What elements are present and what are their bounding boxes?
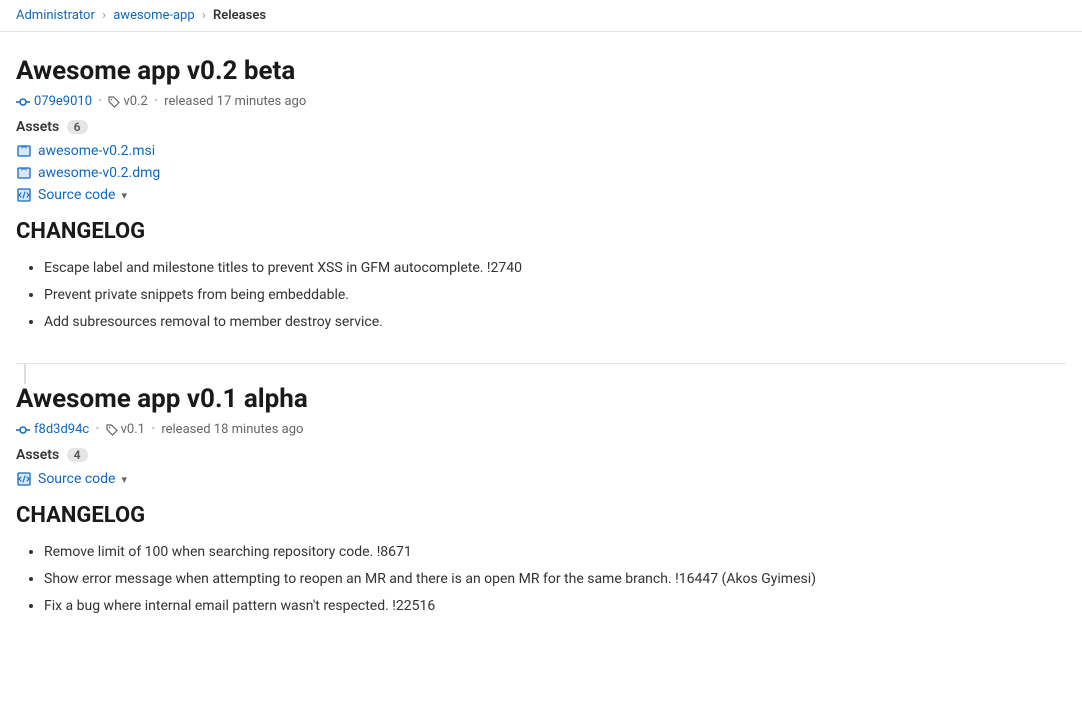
changelog-item-2-3: Fix a bug where internal email pattern w… <box>44 596 1066 617</box>
breadcrumb-repo-link[interactable]: awesome-app <box>113 8 194 23</box>
tag-badge-2: v0.1 <box>106 422 145 437</box>
source-code-chevron-2: ▾ <box>122 473 128 486</box>
tag-text-1: v0.2 <box>123 94 147 109</box>
source-code-icon-2 <box>16 471 32 487</box>
commit-hash-text-1: 079e9010 <box>34 94 92 109</box>
release-meta-2: f8d3d94c • v0.1 • released 18 minutes ag… <box>16 422 1066 437</box>
changelog-list-1: Escape label and milestone titles to pre… <box>16 258 1066 333</box>
release-meta-1: 079e9010 • v0.2 • released 17 minutes ag… <box>16 94 1066 109</box>
released-time-1: released 17 minutes ago <box>164 94 306 109</box>
changelog-list-2: Remove limit of 100 when searching repos… <box>16 542 1066 617</box>
meta-sep-3: • <box>95 422 99 437</box>
tag-text-2: v0.1 <box>121 422 145 437</box>
source-code-chevron-1: ▾ <box>122 189 128 202</box>
commit-hash-text-2: f8d3d94c <box>34 422 89 437</box>
meta-sep-2: • <box>154 94 158 109</box>
commit-hash-link-1[interactable]: 079e9010 <box>16 94 92 109</box>
commit-icon-1 <box>16 95 30 109</box>
release-title-2: Awesome app v0.1 alpha <box>16 384 1066 414</box>
assets-header-2: Assets 4 <box>16 447 1066 463</box>
breadcrumb-sep-1: › <box>102 8 106 23</box>
release-item-2: Awesome app v0.1 alpha f8d3d94c • v0.1 • <box>16 384 1066 647</box>
source-code-link-1[interactable]: Source code ▾ <box>16 187 1066 203</box>
assets-count-1: 6 <box>67 120 88 134</box>
meta-sep-1: • <box>98 94 102 109</box>
changelog-item-1-3: Add subresources removal to member destr… <box>44 312 1066 333</box>
changelog-title-2: CHANGELOG <box>16 503 1066 528</box>
asset-dmg-link[interactable]: awesome-v0.2.dmg <box>16 165 1066 181</box>
package-icon-1 <box>16 143 32 159</box>
breadcrumb: Administrator › awesome-app › Releases <box>0 0 1082 32</box>
releases-content: Awesome app v0.2 beta 079e9010 • v0.2 • <box>0 32 1082 671</box>
commit-icon-2 <box>16 423 30 437</box>
source-code-icon-1 <box>16 187 32 203</box>
source-code-link-2[interactable]: Source code ▾ <box>16 471 1066 487</box>
changelog-item-2-1: Remove limit of 100 when searching repos… <box>44 542 1066 563</box>
tag-icon-2 <box>106 424 118 436</box>
release-item-1: Awesome app v0.2 beta 079e9010 • v0.2 • <box>16 56 1066 364</box>
package-icon-2 <box>16 165 32 181</box>
release-title-1: Awesome app v0.2 beta <box>16 56 1066 86</box>
source-code-text-1: Source code <box>38 187 116 203</box>
assets-count-2: 4 <box>67 448 88 462</box>
breadcrumb-current: Releases <box>213 8 266 23</box>
breadcrumb-admin-link[interactable]: Administrator <box>16 8 95 23</box>
asset-msi-link[interactable]: awesome-v0.2.msi <box>16 143 1066 159</box>
assets-header-1: Assets 6 <box>16 119 1066 135</box>
asset-msi-text: awesome-v0.2.msi <box>38 143 155 159</box>
breadcrumb-sep-2: › <box>202 8 206 23</box>
asset-dmg-text: awesome-v0.2.dmg <box>38 165 160 181</box>
divider-line <box>24 364 1066 384</box>
commit-hash-link-2[interactable]: f8d3d94c <box>16 422 89 437</box>
tag-badge-1: v0.2 <box>108 94 147 109</box>
changelog-item-2-2: Show error message when attempting to re… <box>44 569 1066 590</box>
changelog-item-1-1: Escape label and milestone titles to pre… <box>44 258 1066 279</box>
tag-icon-1 <box>108 96 120 108</box>
changelog-item-1-2: Prevent private snippets from being embe… <box>44 285 1066 306</box>
released-time-2: released 18 minutes ago <box>161 422 303 437</box>
meta-sep-4: • <box>151 422 155 437</box>
changelog-title-1: CHANGELOG <box>16 219 1066 244</box>
source-code-text-2: Source code <box>38 471 116 487</box>
